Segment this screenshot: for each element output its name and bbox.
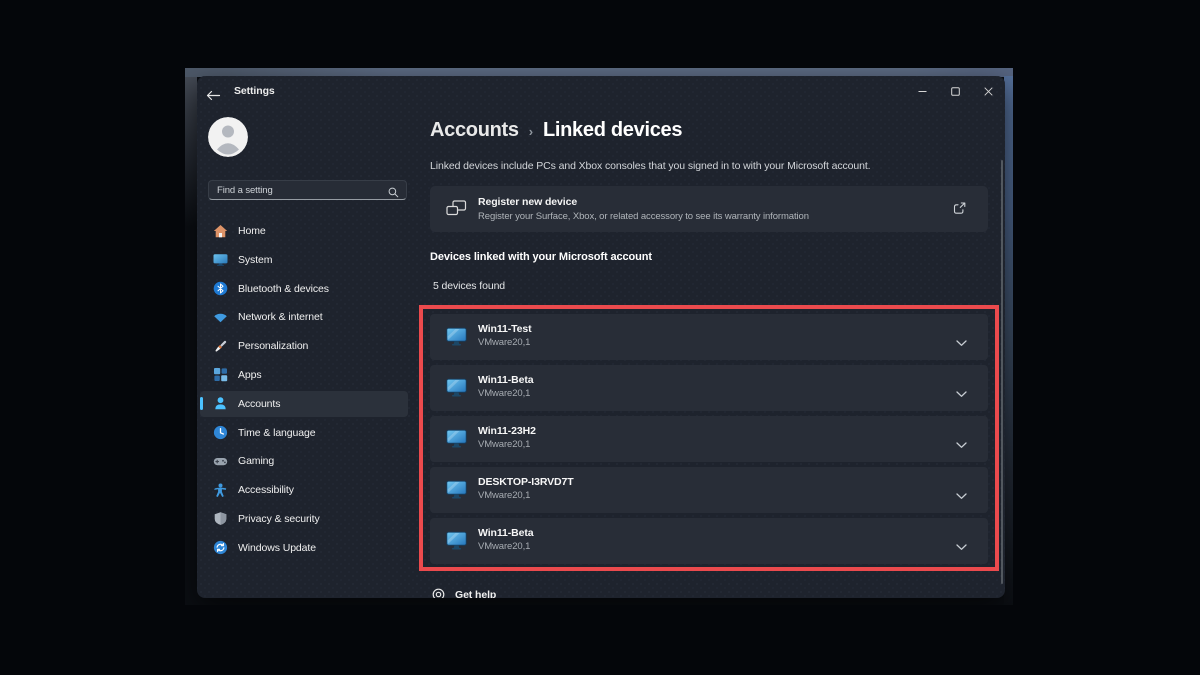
wallpaper-left-band bbox=[185, 77, 197, 227]
sidebar-item-apps[interactable]: Apps bbox=[200, 362, 408, 388]
breadcrumb: Accounts › Linked devices bbox=[430, 118, 682, 142]
sidebar-item-label: Windows Update bbox=[238, 542, 316, 554]
devices-section-title: Devices linked with your Microsoft accou… bbox=[430, 251, 652, 263]
maximize-icon bbox=[951, 87, 960, 96]
breadcrumb-separator: › bbox=[529, 124, 533, 139]
device-row-win11-beta-2[interactable]: Win11-Beta VMware20,1 bbox=[430, 518, 988, 564]
device-name: Win11-Beta bbox=[478, 527, 534, 539]
scrollbar[interactable] bbox=[1001, 160, 1003, 584]
device-row-desktop-i3rvd7t[interactable]: DESKTOP-I3RVD7T VMware20,1 bbox=[430, 467, 988, 513]
bluetooth-icon bbox=[213, 281, 228, 296]
search-input[interactable]: Find a setting bbox=[208, 180, 407, 200]
sidebar-item-label: Personalization bbox=[238, 340, 308, 352]
accessibility-icon bbox=[213, 483, 228, 498]
monitor-icon bbox=[446, 429, 467, 454]
apps-icon bbox=[213, 367, 228, 382]
monitor-icon bbox=[446, 480, 467, 505]
search-icon bbox=[388, 185, 399, 203]
sidebar-item-time-language[interactable]: Time & language bbox=[200, 420, 408, 446]
maximize-button[interactable] bbox=[939, 76, 972, 106]
system-icon bbox=[213, 252, 228, 267]
settings-window: Settings Find a setting Home bbox=[197, 76, 1005, 598]
avatar[interactable] bbox=[208, 117, 248, 157]
sidebar-item-label: Bluetooth & devices bbox=[238, 283, 329, 295]
sidebar-item-gaming[interactable]: Gaming bbox=[200, 448, 408, 474]
register-description: Register your Surface, Xbox, or related … bbox=[478, 211, 809, 222]
sidebar-item-accessibility[interactable]: Accessibility bbox=[200, 477, 408, 503]
device-name: Win11-23H2 bbox=[478, 425, 536, 437]
help-icon bbox=[432, 588, 445, 598]
device-model: VMware20,1 bbox=[478, 490, 530, 501]
device-row-win11-23h2[interactable]: Win11-23H2 VMware20,1 bbox=[430, 416, 988, 462]
sidebar-item-label: Accounts bbox=[238, 398, 280, 410]
sidebar-item-label: Gaming bbox=[238, 455, 274, 467]
sidebar-item-label: Privacy & security bbox=[238, 513, 320, 525]
devices-icon bbox=[446, 200, 467, 223]
device-name: Win11-Test bbox=[478, 323, 532, 335]
register-new-device-card[interactable]: Register new device Register your Surfac… bbox=[430, 186, 988, 232]
sidebar-item-label: Home bbox=[238, 225, 266, 237]
gamepad-icon bbox=[213, 454, 228, 469]
device-row-win11-test[interactable]: Win11-Test VMware20,1 bbox=[430, 314, 988, 360]
sidebar-item-privacy-security[interactable]: Privacy & security bbox=[200, 506, 408, 532]
register-title: Register new device bbox=[478, 196, 577, 208]
shield-icon bbox=[213, 511, 228, 526]
chevron-down-icon[interactable] bbox=[956, 385, 967, 403]
user-icon bbox=[208, 117, 248, 157]
device-model: VMware20,1 bbox=[478, 388, 530, 399]
sidebar-item-bluetooth-devices[interactable]: Bluetooth & devices bbox=[200, 276, 408, 302]
sidebar-item-home[interactable]: Home bbox=[200, 218, 408, 244]
minimize-icon bbox=[918, 87, 927, 96]
active-indicator bbox=[200, 397, 203, 410]
chevron-down-icon[interactable] bbox=[956, 538, 967, 556]
close-icon bbox=[984, 87, 993, 96]
window-controls bbox=[906, 76, 1005, 106]
monitor-icon bbox=[446, 378, 467, 403]
sidebar-item-label: Network & internet bbox=[238, 311, 323, 323]
device-model: VMware20,1 bbox=[478, 337, 530, 348]
devices-count: 5 devices found bbox=[433, 280, 505, 292]
back-button[interactable] bbox=[206, 88, 221, 99]
clock-icon bbox=[213, 425, 228, 440]
update-icon bbox=[213, 540, 228, 555]
minimize-button[interactable] bbox=[906, 76, 939, 106]
main-content: Accounts › Linked devices Linked devices i… bbox=[430, 110, 1005, 598]
get-help-link[interactable]: Get help bbox=[432, 588, 496, 598]
device-row-win11-beta[interactable]: Win11-Beta VMware20,1 bbox=[430, 365, 988, 411]
chevron-down-icon[interactable] bbox=[956, 487, 967, 505]
sidebar-item-label: Accessibility bbox=[238, 484, 294, 496]
monitor-icon bbox=[446, 531, 467, 556]
sidebar-item-label: System bbox=[238, 254, 272, 266]
device-name: Win11-Beta bbox=[478, 374, 534, 386]
home-icon bbox=[213, 224, 228, 239]
accounts-icon bbox=[213, 396, 228, 411]
chevron-down-icon[interactable] bbox=[956, 334, 967, 352]
breadcrumb-accounts[interactable]: Accounts bbox=[430, 119, 519, 141]
back-arrow-icon bbox=[206, 90, 221, 101]
sidebar-item-label: Time & language bbox=[238, 427, 316, 439]
sidebar-item-system[interactable]: System bbox=[200, 247, 408, 273]
device-model: VMware20,1 bbox=[478, 439, 530, 450]
page-description: Linked devices include PCs and Xbox cons… bbox=[430, 160, 871, 172]
device-model: VMware20,1 bbox=[478, 541, 530, 552]
external-link-icon[interactable] bbox=[952, 202, 966, 221]
sidebar-item-label: Apps bbox=[238, 369, 262, 381]
get-help-label: Get help bbox=[455, 589, 496, 599]
brush-icon bbox=[213, 339, 228, 354]
window-title: Settings bbox=[234, 85, 275, 97]
wifi-icon bbox=[213, 310, 228, 325]
monitor-icon bbox=[446, 327, 467, 352]
sidebar-item-personalization[interactable]: Personalization bbox=[200, 333, 408, 359]
page-title: Linked devices bbox=[543, 119, 682, 141]
sidebar-item-windows-update[interactable]: Windows Update bbox=[200, 535, 408, 561]
sidebar-nav: Home System Bluetooth & devices Network … bbox=[200, 218, 408, 564]
device-name: DESKTOP-I3RVD7T bbox=[478, 476, 574, 488]
sidebar-item-network-internet[interactable]: Network & internet bbox=[200, 304, 408, 330]
wallpaper-right-band bbox=[1004, 76, 1013, 605]
sidebar-item-accounts[interactable]: Accounts bbox=[200, 391, 408, 417]
search-placeholder: Find a setting bbox=[217, 185, 273, 196]
close-button[interactable] bbox=[972, 76, 1005, 106]
chevron-down-icon[interactable] bbox=[956, 436, 967, 454]
desktop-background: Settings Find a setting Home bbox=[185, 68, 1013, 605]
